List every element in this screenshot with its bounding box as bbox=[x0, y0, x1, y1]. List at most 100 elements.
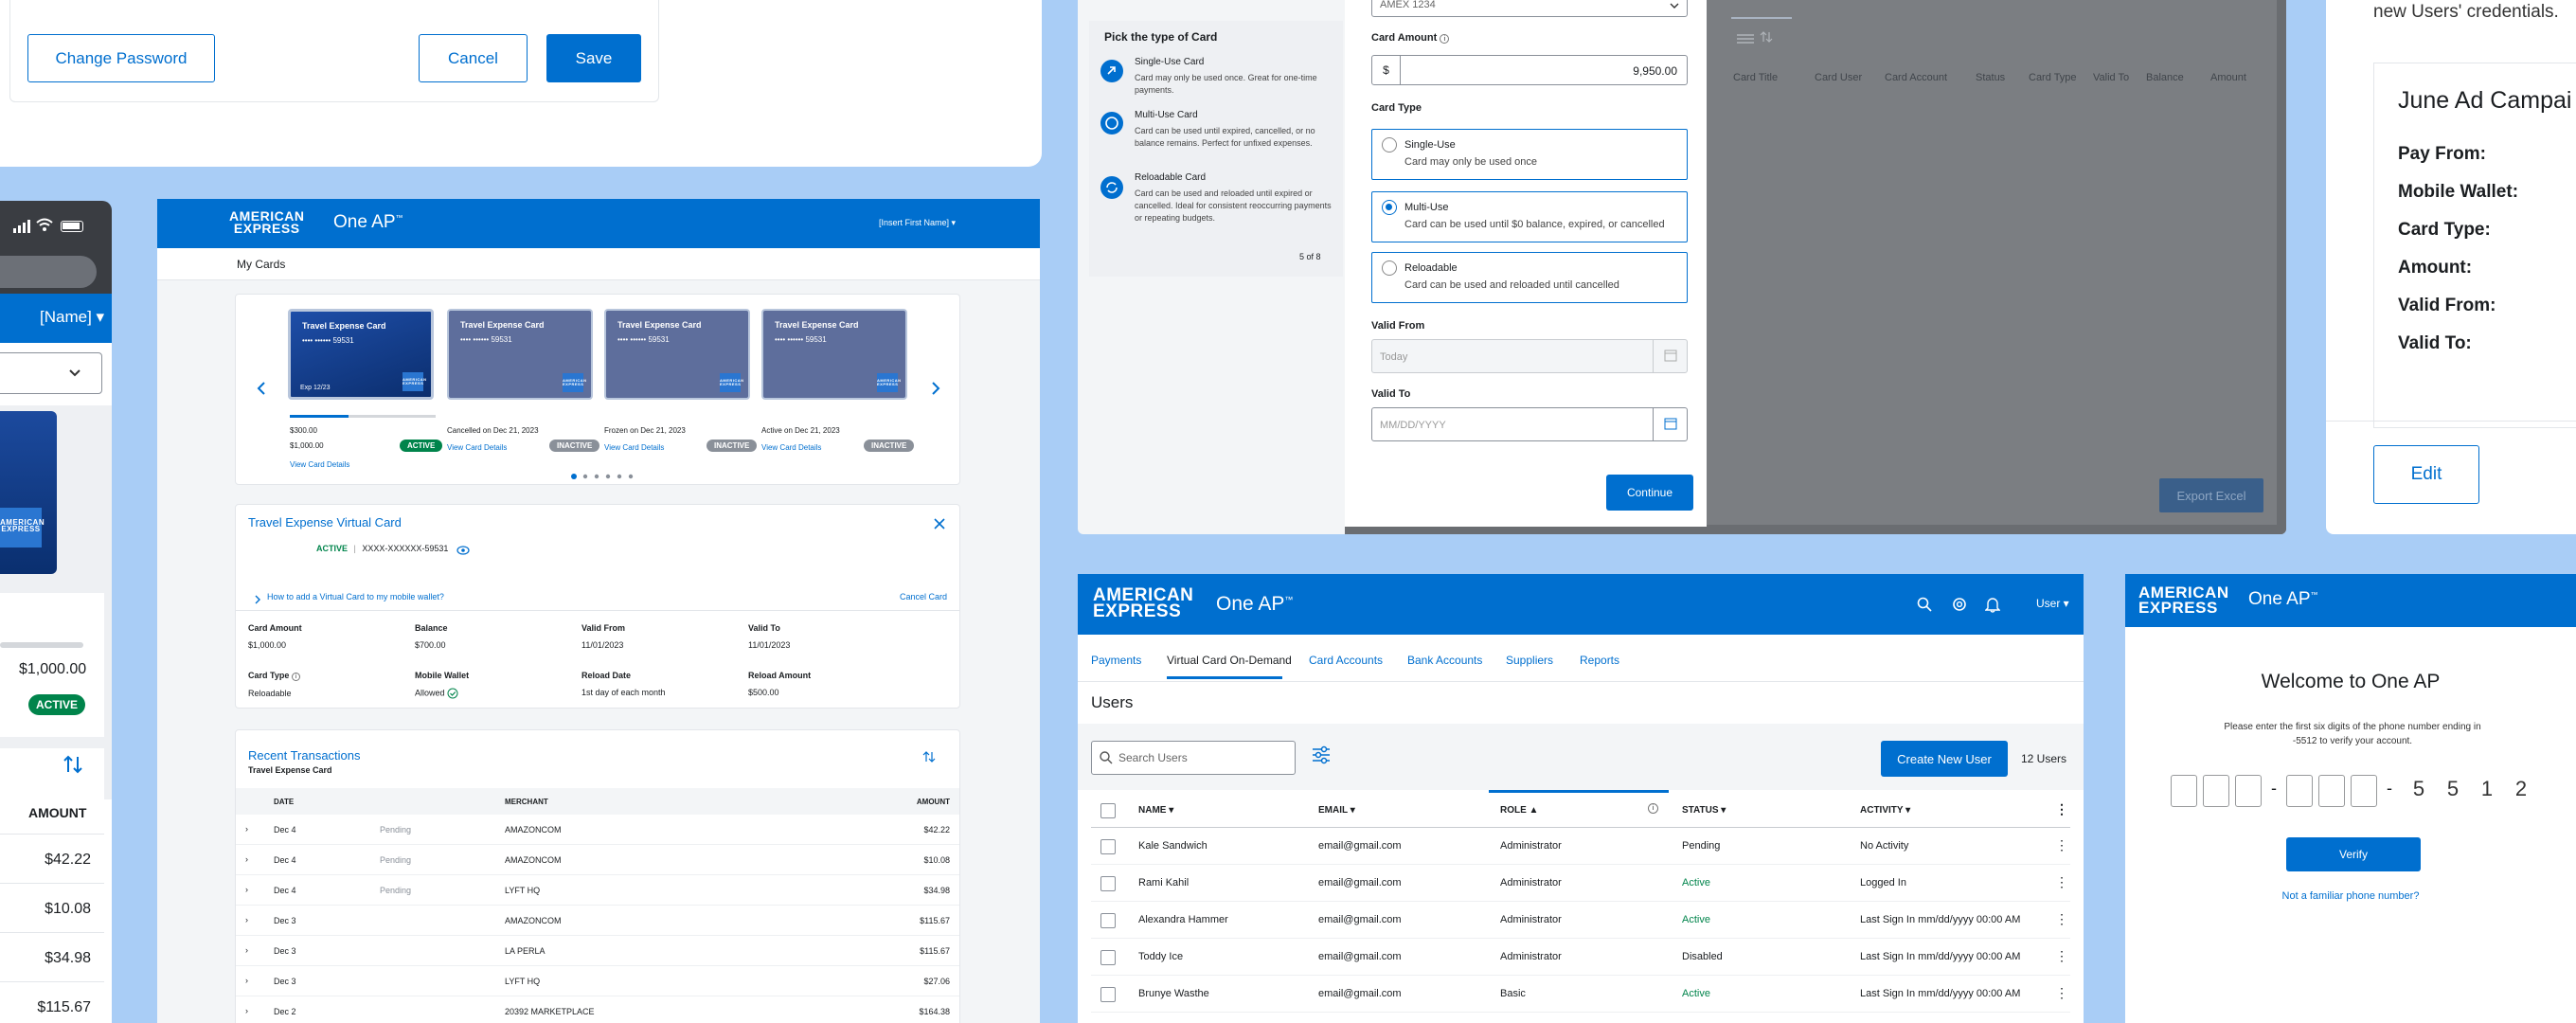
virtual-card-selected[interactable]: Travel Expense Card •••• •••••• 59531 Ex… bbox=[288, 309, 434, 400]
digit-input[interactable] bbox=[2286, 775, 2313, 807]
continue-button[interactable]: Continue bbox=[1606, 475, 1693, 511]
table-row[interactable] bbox=[1091, 1013, 2070, 1023]
radio-single-use[interactable] bbox=[1382, 137, 1397, 153]
bg-sort-icon bbox=[1760, 30, 1773, 48]
filter-icon[interactable] bbox=[1311, 745, 1332, 770]
table-row[interactable]: Rami Kahil email@gmail.com Administrator Ac… bbox=[1091, 865, 2070, 902]
table-row[interactable]: › Dec 4 Pending AMAZONCOM $10.08 bbox=[236, 845, 959, 875]
valid-from-input[interactable]: Today bbox=[1371, 339, 1688, 373]
row-checkbox[interactable] bbox=[1100, 876, 1116, 891]
phone-user-menu[interactable]: [Name] ▾ bbox=[40, 308, 104, 327]
mobile-wallet-help-link[interactable]: How to add a Virtual Card to my mobile w… bbox=[267, 592, 444, 601]
divider bbox=[235, 610, 960, 611]
option-reloadable[interactable]: Reloadable Card can be used and reloaded… bbox=[1371, 252, 1688, 303]
radio-reloadable[interactable] bbox=[1382, 260, 1397, 276]
nav-suppliers[interactable]: Suppliers bbox=[1506, 654, 1553, 667]
col-role[interactable]: ROLE ▲ bbox=[1500, 805, 1538, 816]
export-excel-button[interactable]: Export Excel bbox=[2159, 478, 2263, 512]
nav-bank-accounts[interactable]: Bank Accounts bbox=[1407, 654, 1482, 667]
table-row[interactable]: Alexandra Hammer email@gmail.com Administr… bbox=[1091, 902, 2070, 939]
virtual-card[interactable]: Travel Expense Card •••• •••••• 59531 AM… bbox=[761, 309, 907, 400]
nav-reports[interactable]: Reports bbox=[1580, 654, 1619, 667]
col-email[interactable]: EMAIL ▾ bbox=[1318, 805, 1355, 816]
more-vertical-icon[interactable]: ⋮ bbox=[2055, 985, 2068, 1001]
table-row[interactable]: Brunye Wasthe email@gmail.com Basic Active L… bbox=[1091, 976, 2070, 1013]
phone-search-pill[interactable] bbox=[0, 256, 97, 288]
table-row[interactable]: › Dec 3 AMAZONCOM $115.67 bbox=[236, 906, 959, 936]
gear-icon[interactable] bbox=[1951, 596, 1968, 618]
virtual-card[interactable]: Travel Expense Card •••• •••••• 59531 AM… bbox=[447, 309, 593, 400]
view-card-details-link[interactable]: View Card Details bbox=[290, 460, 349, 469]
view-card-details-link[interactable]: View Card Details bbox=[447, 443, 507, 452]
cancel-card-link[interactable]: Cancel Card bbox=[900, 592, 947, 601]
col-date[interactable]: DATE bbox=[274, 798, 294, 806]
row-checkbox[interactable] bbox=[1100, 987, 1116, 1002]
calendar-icon[interactable] bbox=[1664, 417, 1677, 435]
nav-card-accounts[interactable]: Card Accounts bbox=[1309, 654, 1383, 667]
sort-icon[interactable] bbox=[63, 754, 83, 780]
nav-payments[interactable]: Payments bbox=[1091, 654, 1141, 667]
phone-dropdown[interactable] bbox=[0, 352, 102, 394]
search-icon[interactable] bbox=[1917, 597, 1932, 617]
digit-input[interactable] bbox=[2203, 775, 2229, 807]
more-vertical-icon[interactable]: ⋮ bbox=[2055, 948, 2068, 964]
info-icon[interactable]: i bbox=[1440, 34, 1450, 44]
col-status[interactable]: STATUS ▾ bbox=[1682, 805, 1726, 816]
table-row[interactable]: › Dec 3 LYFT HQ $27.06 bbox=[236, 966, 959, 996]
option-single-use[interactable]: Single-Use Card may only be used once bbox=[1371, 129, 1688, 180]
view-card-details-link[interactable]: View Card Details bbox=[761, 443, 821, 452]
search-input[interactable]: Search Users bbox=[1091, 741, 1296, 775]
change-password-button[interactable]: Change Password bbox=[27, 34, 215, 82]
digit-input[interactable] bbox=[2318, 775, 2345, 807]
table-row[interactable]: › Dec 2 20392 MARKETPLACE $164.38 bbox=[236, 996, 959, 1023]
digit-input[interactable] bbox=[2235, 775, 2262, 807]
bell-icon[interactable] bbox=[1984, 596, 2001, 618]
row-checkbox[interactable] bbox=[1100, 913, 1116, 928]
option-multi-use[interactable]: Multi-Use Card can be used until $0 bala… bbox=[1371, 191, 1688, 242]
chevron-right-icon[interactable] bbox=[930, 381, 941, 401]
select-all-checkbox[interactable] bbox=[1100, 803, 1116, 818]
info-icon[interactable]: i bbox=[291, 673, 300, 681]
more-vertical-icon[interactable]: ⋮ bbox=[2055, 911, 2068, 927]
create-new-user-button[interactable]: Create New User bbox=[1881, 741, 2008, 777]
more-vertical-icon[interactable]: ⋮ bbox=[2055, 801, 2068, 817]
save-button[interactable]: Save bbox=[546, 34, 641, 82]
col-merchant[interactable]: MERCHANT bbox=[505, 798, 548, 806]
multi-use-icon bbox=[1100, 112, 1123, 139]
user-menu[interactable]: User ▾ bbox=[2036, 597, 2069, 610]
more-vertical-icon[interactable]: ⋮ bbox=[2055, 837, 2068, 853]
user-menu[interactable]: [Insert First Name] ▾ bbox=[879, 218, 956, 228]
view-card-details-link[interactable]: View Card Details bbox=[604, 443, 664, 452]
col-amount[interactable]: AMOUNT bbox=[917, 798, 950, 806]
row-checkbox[interactable] bbox=[1100, 839, 1116, 854]
sort-icon[interactable] bbox=[922, 750, 936, 768]
card-number: •••• •••••• 59531 bbox=[775, 335, 827, 344]
nav-virtual-card[interactable]: Virtual Card On-Demand bbox=[1167, 654, 1292, 667]
table-row[interactable]: Toddy Ice email@gmail.com Administrator Dis… bbox=[1091, 939, 2070, 976]
radio-multi-use[interactable] bbox=[1382, 200, 1397, 215]
account-select[interactable]: AMEX 1234 bbox=[1371, 0, 1688, 17]
not-familiar-phone-link[interactable]: Not a familiar phone number? bbox=[2125, 890, 2576, 902]
row-checkbox[interactable] bbox=[1100, 950, 1116, 965]
close-icon[interactable] bbox=[934, 517, 945, 534]
info-icon[interactable]: i bbox=[1648, 803, 1658, 814]
digit-input[interactable] bbox=[2351, 775, 2377, 807]
table-row[interactable]: Kale Sandwich email@gmail.com Administrato… bbox=[1091, 828, 2070, 865]
valid-to-input[interactable]: MM/DD/YYYY bbox=[1371, 407, 1688, 441]
cancel-button[interactable]: Cancel bbox=[419, 34, 528, 82]
digit-input[interactable] bbox=[2171, 775, 2197, 807]
col-name[interactable]: NAME ▾ bbox=[1138, 805, 1173, 816]
status-badge: INACTIVE bbox=[864, 440, 915, 452]
card-amount-input[interactable]: $ 9,950.00 bbox=[1371, 55, 1688, 85]
table-row[interactable]: › Dec 4 Pending LYFT HQ $34.98 bbox=[236, 875, 959, 906]
table-row[interactable]: › Dec 3 LA PERLA $115.67 bbox=[236, 936, 959, 966]
table-row[interactable]: › Dec 4 Pending AMAZONCOM $42.22 bbox=[236, 815, 959, 845]
calendar-icon[interactable] bbox=[1664, 349, 1677, 367]
col-activity[interactable]: ACTIVITY ▾ bbox=[1860, 805, 1910, 816]
verify-button[interactable]: Verify bbox=[2286, 837, 2421, 871]
more-vertical-icon[interactable]: ⋮ bbox=[2055, 874, 2068, 890]
eye-icon[interactable] bbox=[456, 543, 470, 560]
edit-button[interactable]: Edit bbox=[2373, 445, 2479, 504]
chevron-left-icon[interactable] bbox=[256, 381, 267, 401]
virtual-card[interactable]: Travel Expense Card •••• •••••• 59531 AM… bbox=[604, 309, 750, 400]
